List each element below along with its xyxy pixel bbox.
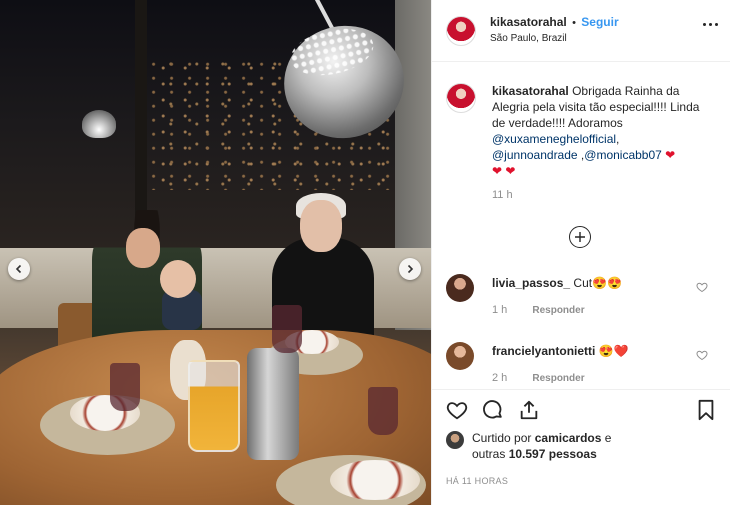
chevron-right-icon [407,264,414,274]
comment-text: francielyantonietti 😍❤️ [492,344,629,358]
liker-username[interactable]: camicardos [535,431,602,445]
metal-pitcher [247,348,299,460]
comment-text: livia_passos_ Cut😍😍 [492,276,622,290]
others-label: outras [472,447,506,461]
post-side-panel: kikasatorahal • Seguir São Paulo, Brazil… [431,0,730,505]
heart-emoji: ❤ ❤ [492,164,516,178]
woman-right-face [300,200,342,252]
comment-time[interactable]: 2 h [492,372,507,384]
baby [160,260,196,298]
username-link[interactable]: kikasatorahal [490,15,567,29]
more-options-button[interactable] [703,23,718,26]
heart-emoji: ❤ [665,148,676,162]
heart-icon[interactable] [696,349,708,361]
post-photo[interactable] [0,0,431,505]
wine-glass [110,363,140,411]
comment-meta: 2 h Responder [492,372,585,384]
wine-glass [368,387,398,435]
caption: kikasatorahal Obrigada Rainha da Alegria… [432,63,730,179]
more-dots-icon [703,23,706,26]
avatar[interactable] [446,274,474,302]
chevron-left-icon [15,264,22,274]
likes-text: Curtido por camicardos e outras 10.597 p… [472,430,611,462]
comment-meta: 1 h Responder [492,304,585,316]
comment-username[interactable]: livia_passos_ [492,276,570,290]
reply-button[interactable]: Responder [532,373,584,384]
comment-username[interactable]: francielyantonietti [492,344,595,358]
comment-body: 😍❤️ [598,344,629,358]
next-photo-button[interactable] [399,258,421,280]
likes-summary: Curtido por camicardos e outras 10.597 p… [446,430,717,462]
background-lamp [82,110,116,138]
previous-photo-button[interactable] [8,258,30,280]
liker-avatar[interactable] [446,431,464,449]
follow-button[interactable]: Seguir [581,15,618,29]
load-more-comments-button[interactable] [569,226,591,248]
woman-left-face [126,228,160,268]
mention-link[interactable]: @xuxameneghelofficial [492,132,616,146]
mention-link[interactable]: @monicabb07 [584,148,662,162]
liked-by-prefix: Curtido por [472,431,532,445]
avatar[interactable] [446,15,476,46]
like-heart-icon[interactable] [446,399,468,421]
action-icons [446,390,717,430]
location-link[interactable]: São Paulo, Brazil [490,31,619,47]
comment-time[interactable]: 1 h [492,304,507,316]
reply-button[interactable]: Responder [532,305,584,316]
separator-dot: • [572,17,576,29]
caption-body: kikasatorahal Obrigada Rainha da Alegria… [492,83,702,179]
caption-time[interactable]: 11 h [492,189,730,201]
header-text: kikasatorahal • Seguir São Paulo, Brazil [490,14,619,47]
mention-link[interactable]: @junnoandrade [492,148,578,162]
post-header: kikasatorahal • Seguir São Paulo, Brazil [432,0,730,62]
heart-icon[interactable] [696,281,708,293]
post-actions: Curtido por camicardos e outras 10.597 p… [432,389,730,486]
more-dot [715,23,718,26]
more-dot [709,23,712,26]
bookmark-icon[interactable] [695,399,717,421]
comma: , [616,132,620,146]
comment-bubble-icon[interactable] [482,399,504,421]
avatar[interactable] [446,83,476,113]
juice-jug [188,360,240,452]
liked-by-and: e [604,431,612,445]
comment-body: Cut😍😍 [573,276,622,290]
plate [330,460,420,500]
post-timestamp[interactable]: HÁ 11 HORAS [446,476,717,486]
wine-glass [272,305,302,353]
likes-count-link[interactable]: 10.597 pessoas [509,447,597,461]
caption-username[interactable]: kikasatorahal [492,84,569,98]
plus-icon [575,232,585,242]
share-icon[interactable] [518,399,540,421]
avatar[interactable] [446,342,474,370]
comments-list[interactable]: kikasatorahal Obrigada Rainha da Alegria… [432,63,730,388]
